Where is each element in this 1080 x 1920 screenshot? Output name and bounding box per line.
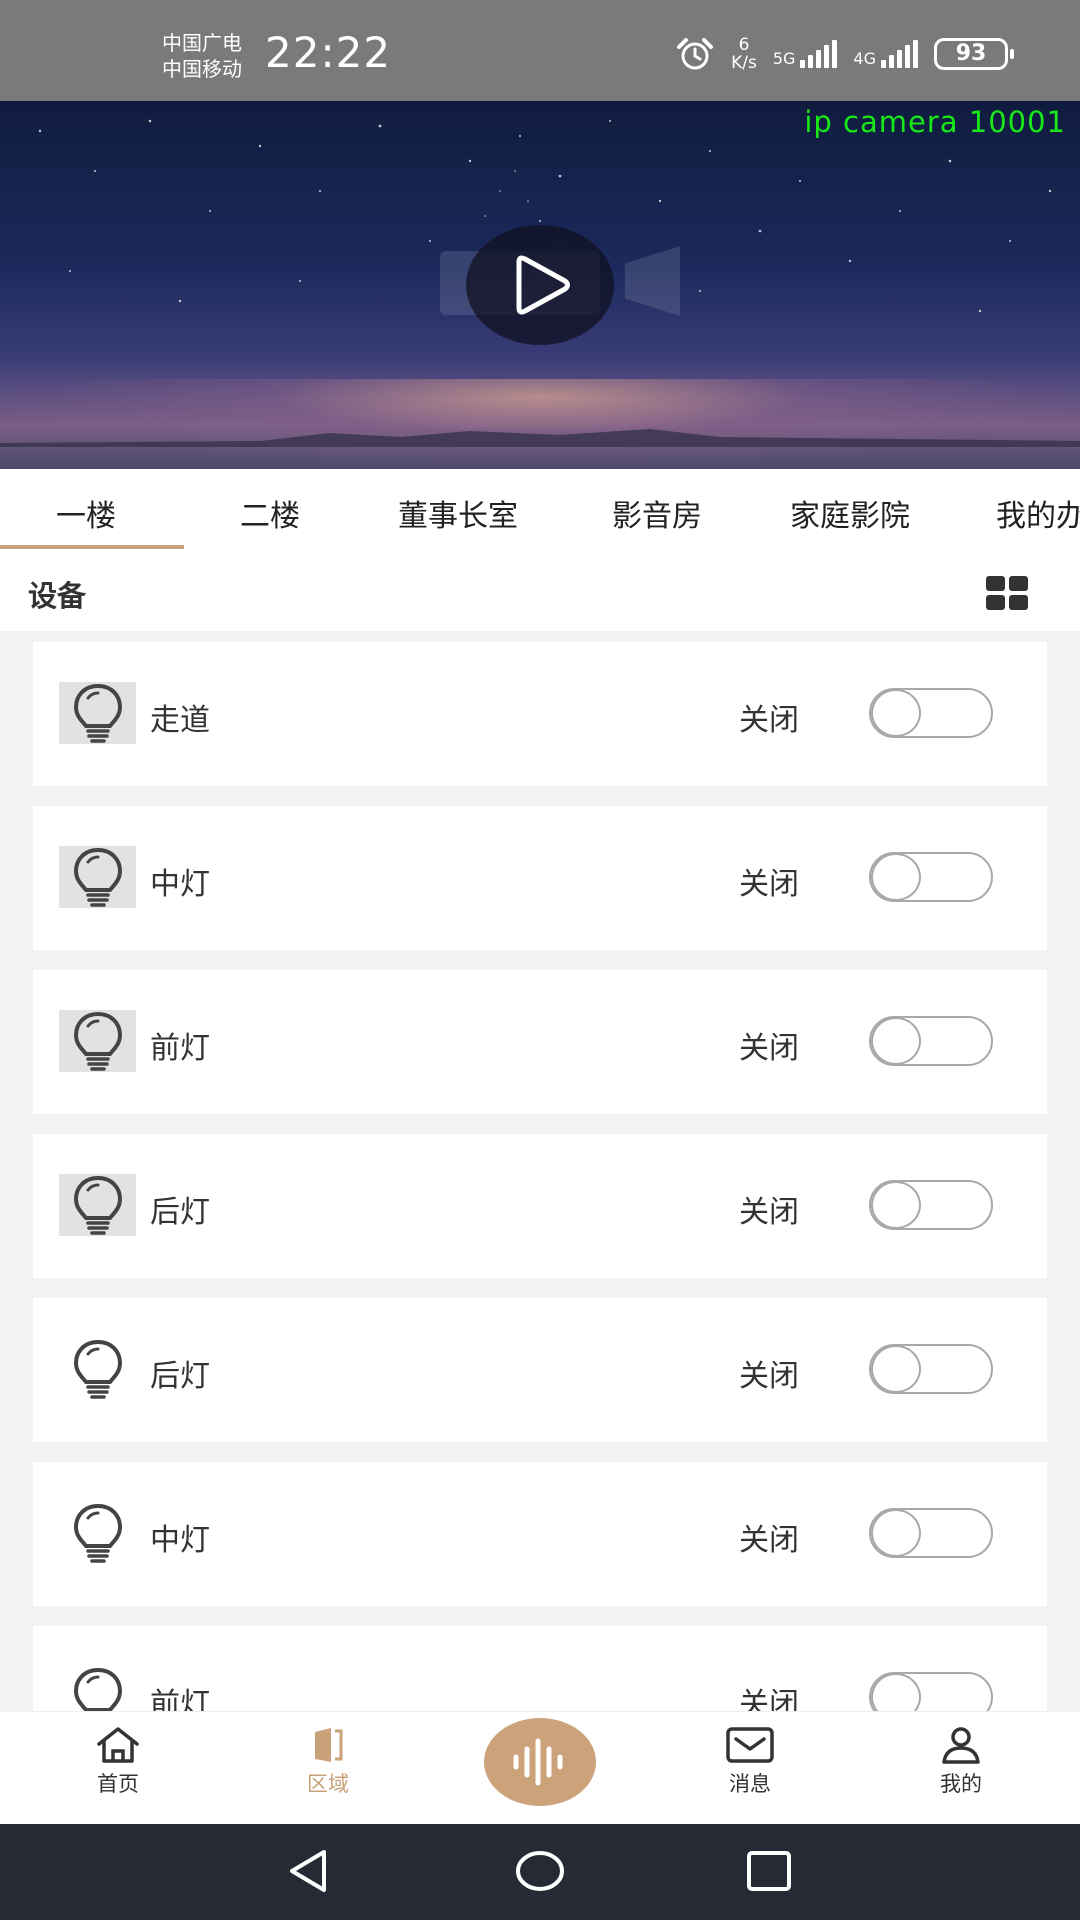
device-card[interactable]: 后灯 关闭	[33, 1298, 1047, 1442]
device-state: 关闭	[739, 867, 799, 902]
signal-bars-icon	[881, 40, 918, 68]
bulb-icon	[59, 682, 136, 744]
status-icons: 6 K/s 5G 4G 93	[675, 36, 1014, 72]
tab-home-theater[interactable]: 家庭影院	[790, 491, 910, 535]
home-icon	[97, 1727, 139, 1763]
nav-messages[interactable]: 消息	[690, 1726, 810, 1798]
tab-chairman-office[interactable]: 董事长室	[398, 491, 518, 535]
signal-5g: 5G	[773, 40, 838, 68]
toggle-knob	[871, 1509, 921, 1557]
device-toggle[interactable]	[869, 1016, 993, 1066]
app-screen: 中国广电 中国移动 22:22 6 K/s 5G 4G 93 ip camera…	[0, 0, 1080, 1920]
status-bar: 中国广电 中国移动 22:22 6 K/s 5G 4G 93	[0, 0, 1080, 101]
bulb-icon	[59, 1666, 136, 1711]
bulb-icon	[59, 846, 136, 908]
nav-home[interactable]: 首页	[58, 1726, 178, 1798]
tab-floor-1[interactable]: 一楼	[56, 491, 116, 535]
mountain-silhouette	[0, 429, 1080, 447]
carrier-1: 中国广电	[162, 31, 242, 55]
device-name: 后灯	[150, 1359, 210, 1394]
carrier-info: 中国广电 中国移动	[162, 30, 242, 82]
voice-wave-icon	[513, 1738, 563, 1786]
device-name: 后灯	[150, 1195, 210, 1230]
back-icon[interactable]	[284, 1846, 334, 1896]
alarm-icon	[677, 38, 714, 70]
device-card[interactable]: 中灯 关闭	[33, 1462, 1047, 1606]
nav-home-label: 首页	[97, 1772, 139, 1796]
device-toggle[interactable]	[869, 852, 993, 902]
nav-mine[interactable]: 我的	[901, 1726, 1021, 1798]
device-toggle[interactable]	[869, 1508, 993, 1558]
speed-value: 6	[738, 35, 750, 55]
tab-my-office[interactable]: 我的办	[996, 491, 1080, 535]
device-card[interactable]: 后灯 关闭	[33, 1134, 1047, 1278]
bottom-nav: 首页 区域 消息 我的	[0, 1711, 1080, 1824]
device-card[interactable]: 走道 关闭	[33, 642, 1047, 786]
speed-unit: K/s	[731, 53, 757, 73]
device-toggle[interactable]	[869, 1344, 993, 1394]
device-name: 中灯	[150, 867, 210, 902]
network-label-2: 4G	[853, 49, 876, 68]
tab-floor-2[interactable]: 二楼	[240, 491, 300, 535]
nav-mine-label: 我的	[940, 1772, 982, 1796]
device-name: 前灯	[150, 1687, 210, 1711]
device-state: 关闭	[739, 1195, 799, 1230]
device-card[interactable]: 中灯 关闭	[33, 806, 1047, 950]
device-list: 走道 关闭 中灯 关闭 前灯 关闭 后灯 关闭 后灯 关闭 中灯 关闭 前灯 关…	[0, 631, 1080, 1711]
carrier-2: 中国移动	[162, 57, 242, 81]
voice-button[interactable]	[484, 1718, 596, 1806]
toggle-knob	[871, 1181, 921, 1229]
devices-header: 设备	[0, 551, 1080, 631]
toggle-knob	[871, 1673, 921, 1711]
device-name: 走道	[150, 703, 210, 738]
user-icon	[942, 1727, 980, 1764]
home-circle-icon[interactable]	[514, 1845, 566, 1897]
nav-messages-label: 消息	[729, 1772, 771, 1796]
system-nav-bar	[0, 1824, 1080, 1920]
device-state: 关闭	[739, 1031, 799, 1066]
bulb-icon	[59, 1502, 136, 1564]
device-card[interactable]: 前灯 关闭	[33, 1626, 1047, 1711]
battery-icon: 93	[934, 38, 1014, 70]
bulb-icon	[59, 1338, 136, 1400]
device-state: 关闭	[739, 1687, 799, 1711]
bulb-icon	[59, 1174, 136, 1236]
device-state: 关闭	[739, 1359, 799, 1394]
clock: 22:22	[265, 28, 392, 77]
signal-4g: 4G	[853, 40, 918, 68]
device-toggle[interactable]	[869, 1180, 993, 1230]
camera-video[interactable]: ip camera 10001	[0, 101, 1080, 469]
tab-indicator	[0, 545, 184, 549]
device-state: 关闭	[739, 703, 799, 738]
floor-tabs: 一楼 二楼 董事长室 影音房 家庭影院 我的办	[0, 469, 1080, 551]
bulb-icon	[59, 1010, 136, 1072]
toggle-knob	[871, 853, 921, 901]
recents-icon[interactable]	[745, 1847, 793, 1895]
device-state: 关闭	[739, 1523, 799, 1558]
signal-bars-icon	[800, 40, 838, 68]
mail-icon	[726, 1727, 774, 1763]
grid-view-icon[interactable]	[986, 576, 1028, 610]
play-icon	[516, 255, 570, 315]
play-button[interactable]	[466, 225, 614, 345]
device-toggle[interactable]	[869, 688, 993, 738]
network-speed: 6 K/s	[731, 36, 757, 72]
section-title: 设备	[28, 579, 87, 613]
device-name: 中灯	[150, 1523, 210, 1558]
camera-title: ip camera 10001	[804, 105, 1066, 139]
toggle-knob	[871, 1017, 921, 1065]
toggle-knob	[871, 689, 921, 737]
device-card[interactable]: 前灯 关闭	[33, 970, 1047, 1114]
nav-area[interactable]: 区域	[268, 1726, 388, 1798]
device-name: 前灯	[150, 1031, 210, 1066]
device-toggle[interactable]	[869, 1672, 993, 1711]
tab-av-room[interactable]: 影音房	[612, 491, 702, 535]
door-icon	[315, 1728, 343, 1762]
network-label-1: 5G	[772, 49, 796, 68]
toggle-knob	[871, 1345, 921, 1393]
nav-area-label: 区域	[307, 1772, 349, 1796]
